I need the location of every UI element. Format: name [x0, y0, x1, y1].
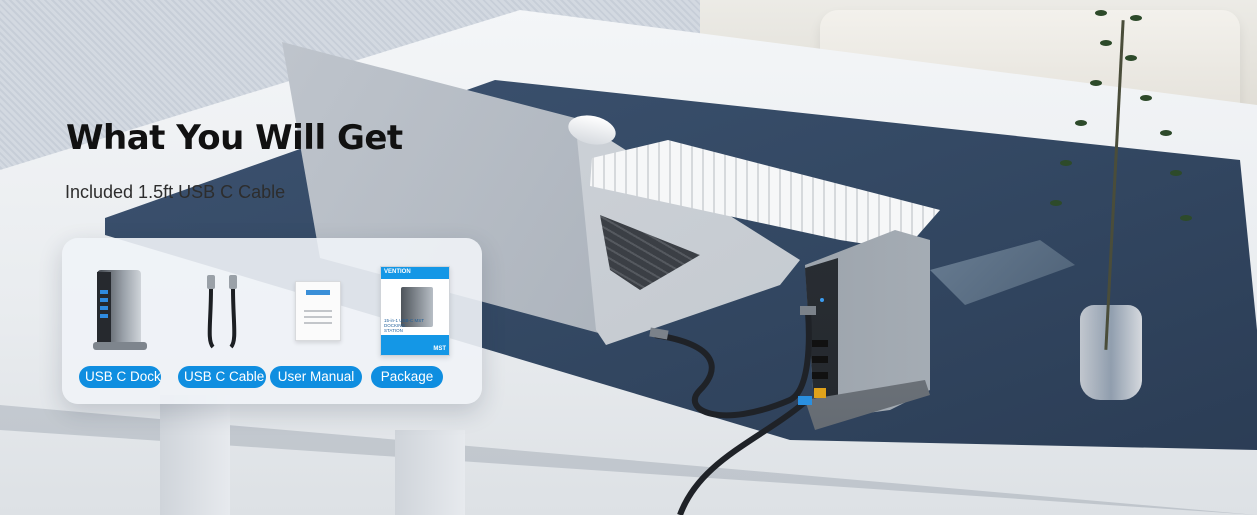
plant-leaf — [1160, 130, 1172, 136]
cable-connector — [800, 306, 816, 315]
plant-leaf — [1125, 55, 1137, 61]
cable-laptop-to-dock — [654, 311, 812, 419]
plant-leaf — [1100, 40, 1112, 46]
plant-leaf — [1060, 160, 1072, 166]
user-manual-image — [270, 260, 366, 362]
hdmi-port — [812, 372, 828, 379]
usb-c-cable-image — [174, 260, 270, 362]
plant-leaf — [1090, 80, 1102, 86]
item-usb-c-dock: USB C Dock — [72, 238, 168, 404]
plant-leaf — [1170, 170, 1182, 176]
item-label: User Manual — [270, 366, 362, 388]
plant-leaf — [1140, 95, 1152, 101]
page-title: What You Will Get — [66, 118, 403, 158]
plant-leaf — [1050, 200, 1062, 206]
glass-vase — [1080, 305, 1142, 400]
page-subtitle: Included 1.5ft USB C Cable — [65, 182, 286, 202]
item-user-manual: User Manual — [270, 238, 366, 404]
cable-connector — [649, 327, 669, 340]
cable-icon — [207, 275, 237, 349]
port-led — [820, 298, 824, 302]
hdmi-port — [812, 356, 828, 363]
dock-icon — [93, 270, 147, 352]
hdmi-port — [812, 340, 828, 347]
product-banner: What You Will Get Included 1.5ft USB C C… — [0, 0, 1257, 515]
package-contents-card: USB C Dock USB C Cable User Manual VENTI… — [62, 238, 482, 404]
item-label: USB C Cable — [178, 366, 266, 388]
plant-leaf — [1180, 215, 1192, 221]
item-label: Package — [371, 366, 443, 388]
plant-leaf — [1075, 120, 1087, 126]
ethernet-port — [814, 388, 826, 398]
cable-dock-out — [677, 399, 807, 515]
manual-icon — [295, 281, 341, 341]
cable-connector — [798, 396, 812, 405]
item-usb-c-cable: USB C Cable — [174, 238, 270, 404]
plant-leaf — [1130, 15, 1142, 21]
item-package: VENTION 15-in-1 USB-C MST DOCKING STATIO… — [367, 238, 463, 404]
plant-leaf — [1095, 10, 1107, 16]
item-label: USB C Dock — [79, 366, 161, 388]
package-image: VENTION 15-in-1 USB-C MST DOCKING STATIO… — [367, 260, 463, 362]
usb-c-dock-image — [72, 260, 168, 362]
package-box-icon: VENTION 15-in-1 USB-C MST DOCKING STATIO… — [380, 266, 450, 356]
